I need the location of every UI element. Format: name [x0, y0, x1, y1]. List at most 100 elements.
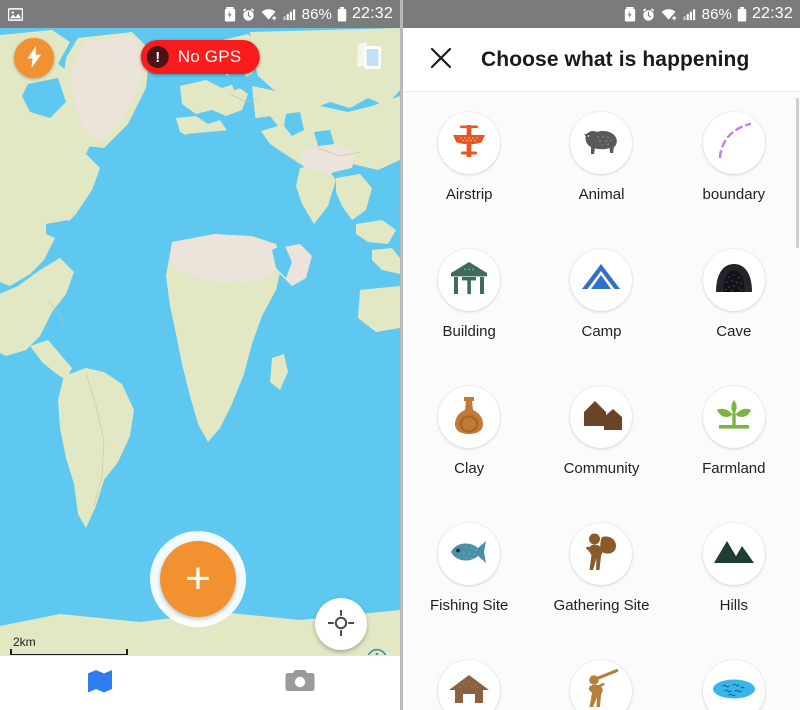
category-item-cave[interactable]: Cave [668, 243, 800, 380]
category-label: Clay [454, 460, 485, 477]
boar-icon [581, 125, 621, 162]
chooser-header: Choose what is happening [403, 28, 800, 92]
category-label: Farmland [702, 460, 766, 477]
wifi-icon [261, 7, 278, 22]
lake-icon [712, 676, 756, 707]
scrollbar[interactable] [796, 98, 799, 248]
gatherer-icon [582, 532, 620, 577]
category-label: Airstrip [445, 186, 493, 203]
battery-percent-label: 86% [301, 5, 332, 23]
houses-icon [580, 398, 623, 437]
hunter-icon [583, 668, 619, 710]
bottom-navigation [0, 655, 400, 710]
battery-icon [337, 6, 347, 22]
tab-map[interactable] [0, 656, 200, 710]
exclamation-icon: ! [146, 46, 169, 68]
icon-badge [438, 386, 501, 448]
status-bar-right: 86% 22:32 [403, 0, 800, 28]
category-item-gathering-site[interactable]: Gathering Site [535, 517, 667, 654]
wifi-icon [661, 7, 678, 22]
fish-icon [448, 539, 490, 570]
icon-badge [438, 523, 501, 585]
icon-badge [570, 386, 633, 448]
close-icon [429, 46, 453, 73]
no-gps-badge[interactable]: ! No GPS [140, 40, 260, 74]
category-label: Fishing Site [429, 597, 509, 614]
category-label: Cave [716, 323, 752, 340]
category-label: Animal [578, 186, 625, 203]
clock-label: 22:32 [751, 5, 793, 22]
crosshair-icon [327, 609, 355, 639]
dashed-line-icon [712, 119, 756, 168]
category-chooser-panel: 86% 22:32 Choose what is happening Airst… [403, 0, 800, 710]
signal-icon [683, 7, 697, 22]
icon-badge [570, 523, 633, 585]
category-item-clay[interactable]: Clay [403, 380, 535, 517]
signal-icon [283, 7, 297, 22]
flash-button[interactable] [14, 38, 54, 78]
category-label: Hills [719, 597, 748, 614]
map-scale-bar: 2km 1mi [10, 636, 135, 655]
category-item-animal[interactable]: Animal [535, 106, 667, 243]
icon-badge [570, 249, 633, 311]
category-item-fishing-site[interactable]: Fishing Site [403, 517, 535, 654]
category-item-airstrip[interactable]: Airstrip [403, 106, 535, 243]
category-label: Gathering Site [553, 597, 650, 614]
sprout-icon [714, 396, 754, 439]
map-screen-panel: 86% 22:32 ! No GPS + 2km [0, 0, 400, 710]
gallery-icon [8, 7, 23, 22]
icon-badge [702, 660, 765, 710]
camera-icon [285, 668, 315, 699]
hut-icon [448, 673, 490, 710]
add-observation-button[interactable]: + [150, 531, 246, 627]
icon-badge [702, 386, 765, 448]
layers-icon [349, 39, 383, 78]
tent-icon [581, 263, 621, 298]
close-button[interactable] [419, 38, 463, 82]
category-item-hunter[interactable] [535, 654, 667, 710]
map-info-button[interactable] [366, 648, 388, 655]
category-item-community[interactable]: Community [535, 380, 667, 517]
alarm-icon [241, 7, 256, 22]
battery-percent-label: 86% [701, 5, 732, 23]
flash-icon [24, 45, 44, 71]
icon-badge [702, 112, 765, 174]
category-label: Community [563, 460, 640, 477]
category-item-hut[interactable] [403, 654, 535, 710]
category-item-building[interactable]: Building [403, 243, 535, 380]
category-item-lake[interactable] [668, 654, 800, 710]
airplane-icon [450, 122, 488, 165]
alarm-icon [641, 7, 656, 22]
map-icon [86, 667, 114, 700]
cave-icon [714, 262, 754, 299]
category-grid-container[interactable]: Airstrip Animal boundary Building Camp C… [403, 92, 800, 710]
category-label: boundary [702, 186, 766, 203]
category-label: Building [442, 323, 496, 340]
map-canvas[interactable]: ! No GPS + 2km [0, 28, 400, 655]
scale-metric-label: 2km [13, 635, 36, 649]
category-item-farmland[interactable]: Farmland [668, 380, 800, 517]
clock-label: 22:32 [351, 5, 393, 22]
layers-button[interactable] [344, 36, 388, 80]
battery-saver-icon [224, 6, 236, 22]
tab-camera[interactable] [200, 656, 400, 710]
category-item-boundary[interactable]: boundary [668, 106, 800, 243]
mountains-icon [713, 539, 755, 570]
screenshot-root: 86% 22:32 ! No GPS + 2km 86% 22:32 Choos… [0, 0, 800, 710]
scale-metric-rule [10, 649, 128, 655]
battery-icon [737, 6, 747, 22]
battery-saver-icon [624, 6, 636, 22]
page-title: Choose what is happening [481, 47, 750, 71]
category-item-camp[interactable]: Camp [535, 243, 667, 380]
icon-badge [702, 523, 765, 585]
building-icon [449, 260, 489, 301]
status-bar-left: 86% 22:32 [0, 0, 400, 28]
category-item-hills[interactable]: Hills [668, 517, 800, 654]
map-top-controls: ! No GPS [0, 28, 400, 90]
locate-me-button[interactable] [315, 598, 367, 650]
plus-icon: + [160, 541, 236, 617]
icon-badge [438, 660, 501, 710]
category-label: Camp [581, 323, 622, 340]
icon-badge [570, 660, 633, 710]
no-gps-label: No GPS [177, 47, 242, 66]
